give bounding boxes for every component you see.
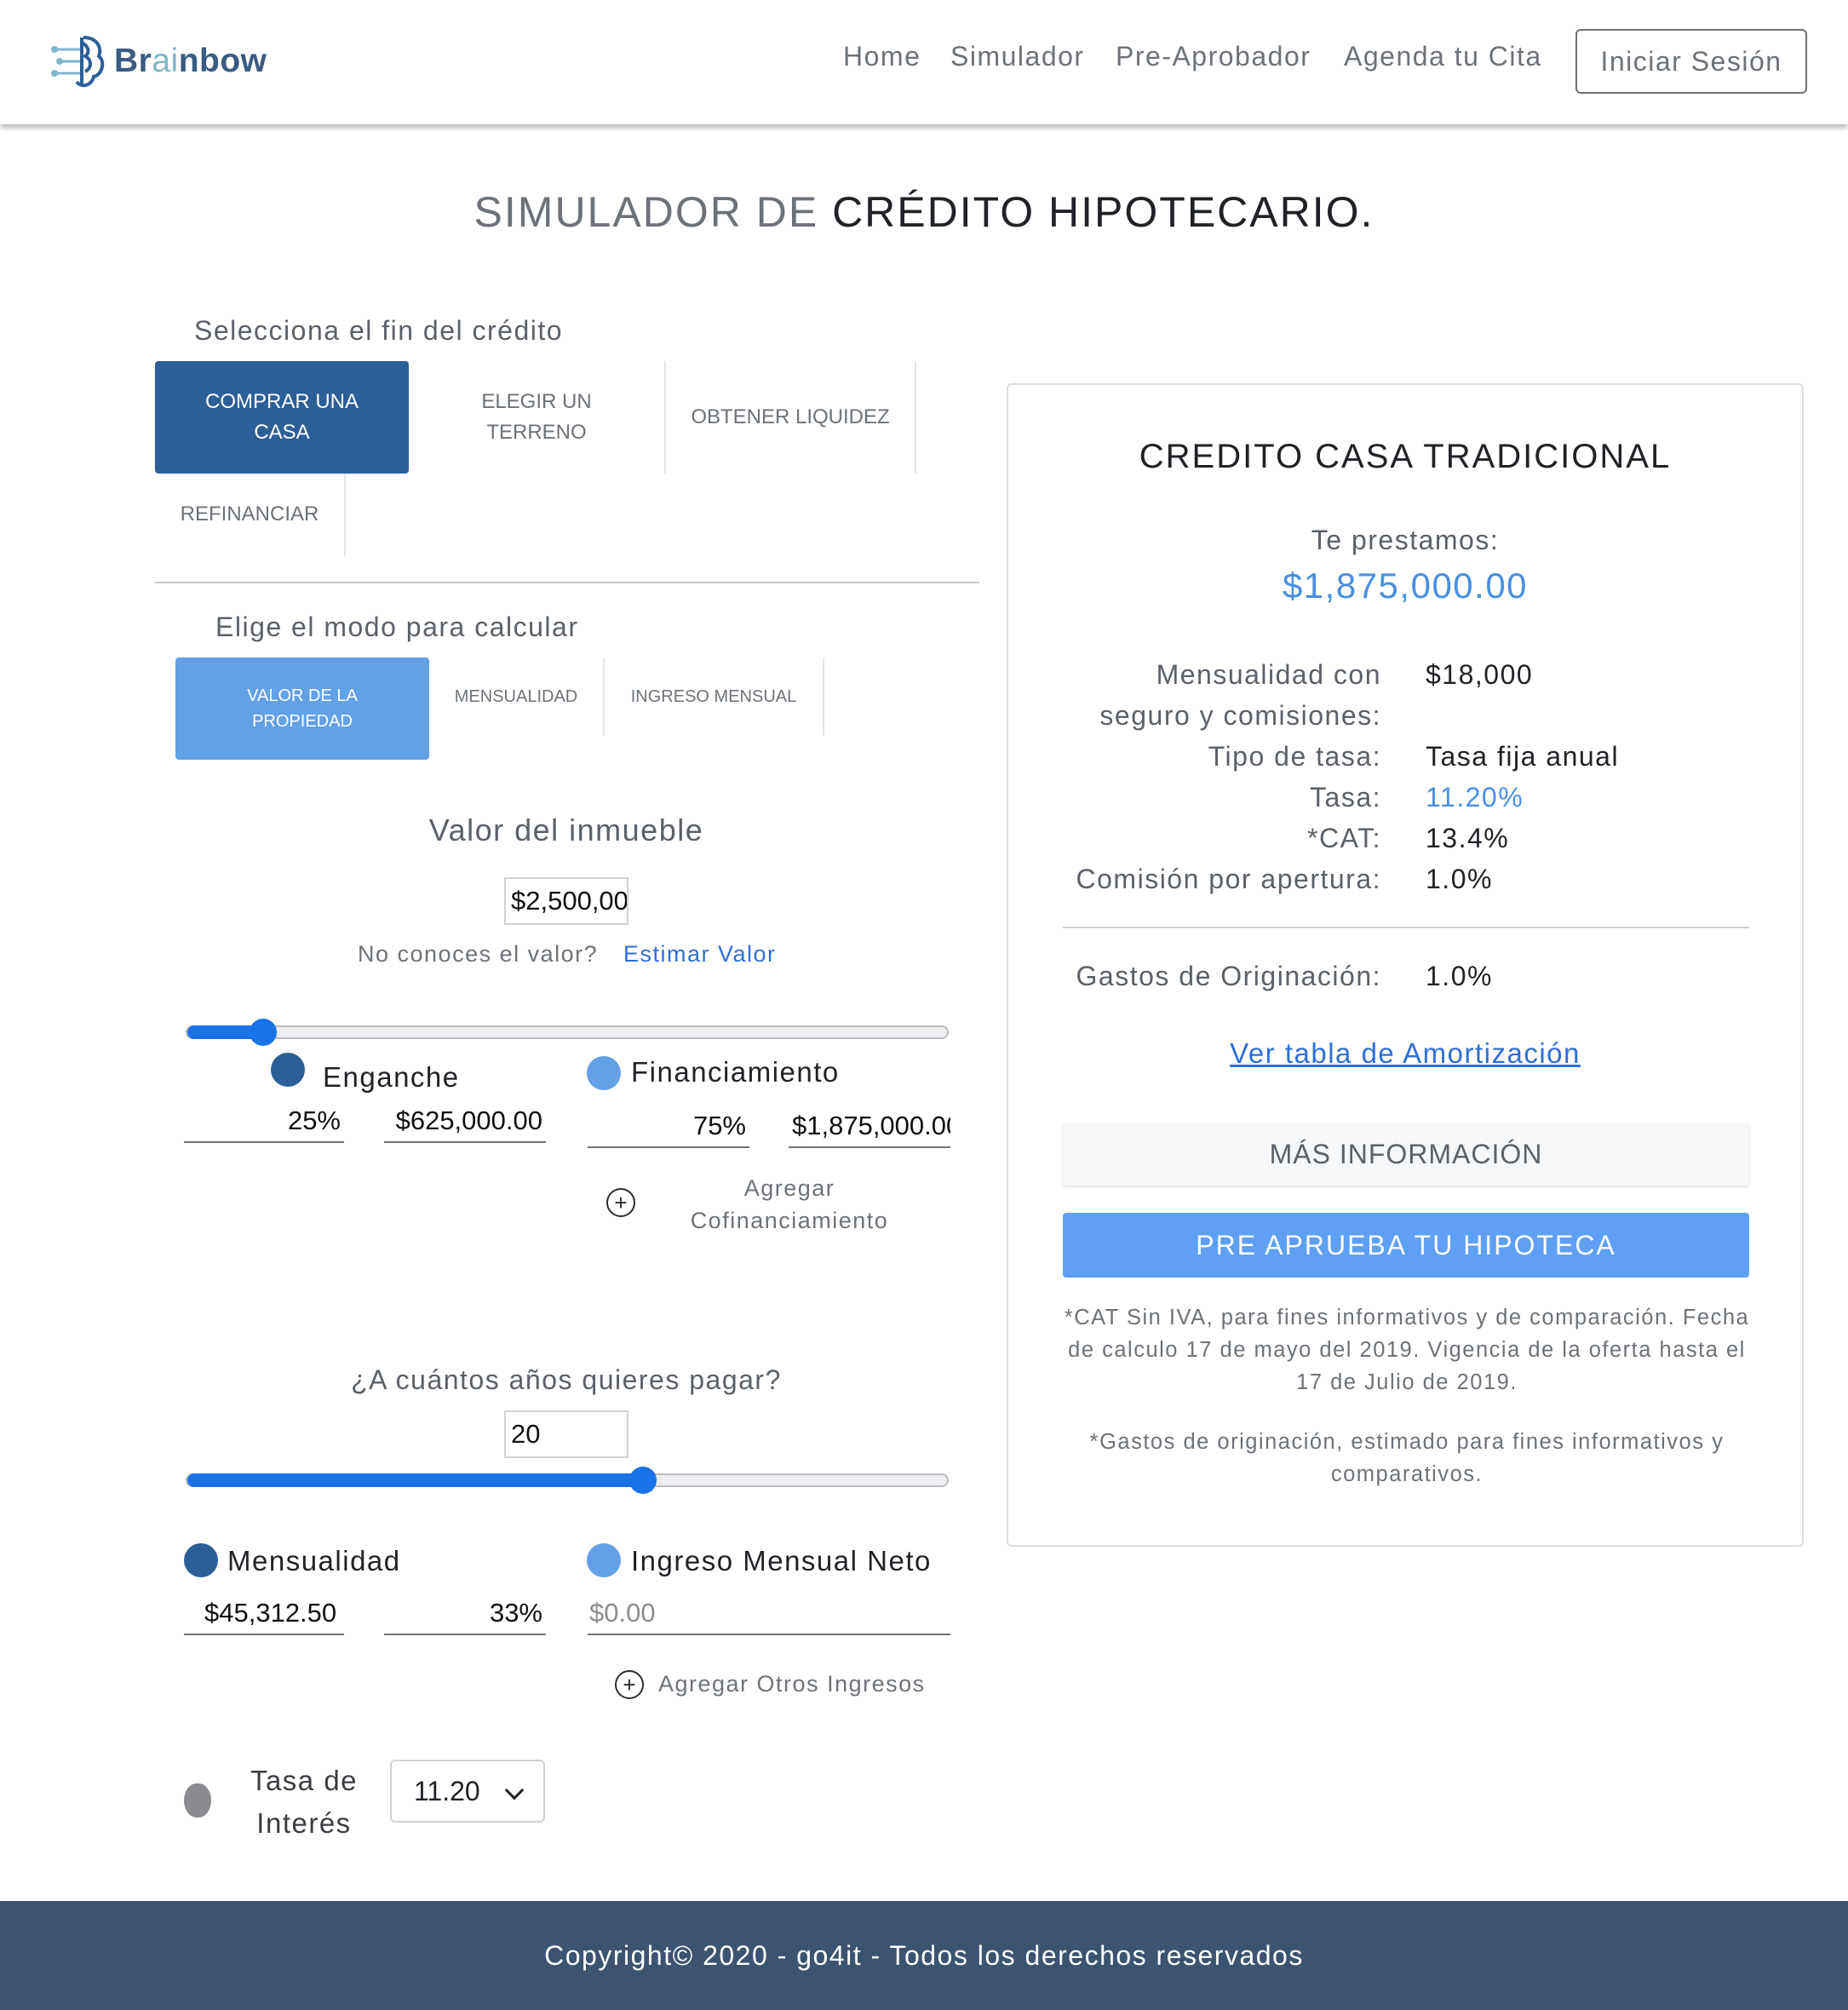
rate-label: Tasa de Interés: [250, 1765, 359, 1839]
footer: Copyright© 2020 - go4it - Todos los dere…: [0, 1901, 1848, 2010]
add-cofinancing-text[interactable]: Agregar Cofinanciamiento: [681, 1172, 898, 1237]
property-slider-handle[interactable]: [250, 1019, 277, 1046]
cat-label: *CAT:: [1307, 823, 1381, 853]
section-divider: [155, 582, 979, 583]
cat-disclaimer: *CAT Sin IVA, para fines informativos y …: [1064, 1306, 1750, 1394]
monthly-percent-field[interactable]: 33%: [384, 1594, 546, 1635]
rate-legend-dot: [184, 1783, 211, 1818]
financing-legend-dot: [587, 1056, 621, 1090]
purpose-label: Selecciona el fin del crédito: [194, 315, 564, 346]
mode-monthly-payment-button[interactable]: MENSUALIDAD: [429, 658, 605, 736]
amortization-table-link: Ver tabla de Amortización: [1008, 1037, 1802, 1070]
cat-value: 13.4%: [1426, 823, 1510, 853]
rate-select[interactable]: 11.20: [390, 1760, 545, 1823]
financing-label: Financiamiento: [631, 1056, 840, 1088]
income-label: Ingreso Mensual Neto: [631, 1545, 932, 1576]
card-rate-value: 11.20%: [1426, 782, 1524, 813]
lend-label: Te prestamos:: [1311, 525, 1500, 555]
commission-label: Comisión por apertura:: [1076, 864, 1381, 894]
nav-simulador[interactable]: Simulador: [950, 41, 1085, 72]
property-value-input[interactable]: $2,500,000: [504, 877, 628, 925]
mode-monthly-income-button[interactable]: INGRESO MENSUAL: [605, 658, 824, 736]
card-divider: [1063, 927, 1749, 928]
down-payment-legend-dot: [271, 1053, 305, 1087]
monthly-with-insurance-value: $18,000: [1426, 659, 1534, 690]
down-payment-percent-field[interactable]: 25%: [184, 1102, 344, 1143]
more-info-button[interactable]: MÁS INFORMACIÓN: [1063, 1123, 1749, 1186]
property-value-label: Valor del inmueble: [428, 813, 704, 847]
nav-home[interactable]: Home: [843, 41, 921, 72]
copyright-text: Copyright© 2020 - go4it - Todos los dere…: [544, 1939, 1304, 1971]
purpose-refinance-button[interactable]: REFINANCIAR: [155, 474, 346, 555]
pre-approve-button[interactable]: PRE APRUEBA TU HIPOTECA: [1063, 1213, 1749, 1278]
down-payment-amount-field[interactable]: $625,000.00: [384, 1102, 546, 1143]
purpose-liquidity-button[interactable]: OBTENER LIQUIDEZ: [666, 361, 916, 474]
term-years-input[interactable]: 20: [504, 1410, 628, 1458]
nav-pre-aprobador[interactable]: Pre-Aprobador: [1116, 41, 1311, 72]
financing-amount-field[interactable]: $1,875,000.00: [789, 1107, 950, 1148]
estimate-value-link[interactable]: Estimar Valor: [623, 941, 777, 968]
add-other-income-link[interactable]: Agregar Otros Ingresos: [658, 1671, 926, 1697]
page-title: SIMULADOR DE CRÉDITO HIPOTECARIO.: [473, 188, 1375, 236]
unknown-value-text: No conoces el valor?: [358, 941, 599, 967]
income-legend-dot: [587, 1543, 621, 1577]
monthly-legend-dot: [184, 1543, 218, 1577]
purpose-buy-house-button[interactable]: COMPRAR UNA CASA: [155, 361, 409, 474]
term-slider-handle[interactable]: [629, 1467, 657, 1494]
term-slider[interactable]: [186, 1467, 949, 1494]
rate-type-value: Tasa fija anual: [1426, 741, 1620, 772]
brand-logo[interactable]: Brainbow: [51, 31, 267, 92]
add-cofinancing-icon[interactable]: +: [606, 1188, 635, 1217]
brain-circuit-icon: [51, 36, 105, 88]
financing-percent-field[interactable]: 75%: [588, 1107, 749, 1148]
monthly-label: Mensualidad: [227, 1545, 401, 1576]
lend-amount: $1,875,000.00: [1282, 566, 1529, 606]
term-label: ¿A cuántos años quieres pagar?: [351, 1364, 782, 1395]
term-slider-fill: [187, 1473, 643, 1487]
mode-property-value-button[interactable]: VALOR DE LA PROPIEDAD: [175, 658, 429, 760]
amortization-link-text[interactable]: Ver tabla de Amortización: [1230, 1037, 1581, 1069]
down-payment-label: Enganche: [323, 1061, 460, 1093]
card-rate-label: Tasa:: [1310, 782, 1381, 813]
rate-select-value: 11.20: [414, 1775, 480, 1806]
monthly-amount-field[interactable]: $45,312.50: [184, 1594, 344, 1635]
brand-name: Brainbow: [114, 43, 267, 79]
mode-label: Elige el modo para calcular: [215, 612, 579, 642]
nav-agenda-cita[interactable]: Agenda tu Cita: [1344, 41, 1542, 72]
result-card: CREDITO CASA TRADICIONAL Te prestamos: $…: [1007, 383, 1804, 1547]
monthly-with-insurance-label: Mensualidad con seguro y comisiones:: [1099, 659, 1381, 731]
add-other-income-icon[interactable]: +: [615, 1670, 644, 1699]
origination-disclaimer: *Gastos de originación, estimado para fi…: [1089, 1430, 1725, 1486]
top-navbar: Brainbow Home Simulador Pre-Aprobador Ag…: [0, 0, 1848, 124]
rate-type-label: Tipo de tasa:: [1208, 741, 1381, 772]
chevron-down-icon: [504, 1780, 525, 1800]
card-title: CREDITO CASA TRADICIONAL: [1139, 438, 1672, 475]
login-button[interactable]: Iniciar Sesión: [1575, 29, 1807, 94]
property-value-slider[interactable]: [186, 1019, 949, 1046]
origination-value: 1.0%: [1426, 961, 1493, 991]
income-field[interactable]: $0.00: [588, 1594, 950, 1635]
purpose-land-button[interactable]: ELEGIR UN TERRENO: [409, 361, 666, 474]
origination-label: Gastos de Originación:: [1076, 961, 1381, 991]
commission-value: 1.0%: [1426, 864, 1493, 894]
